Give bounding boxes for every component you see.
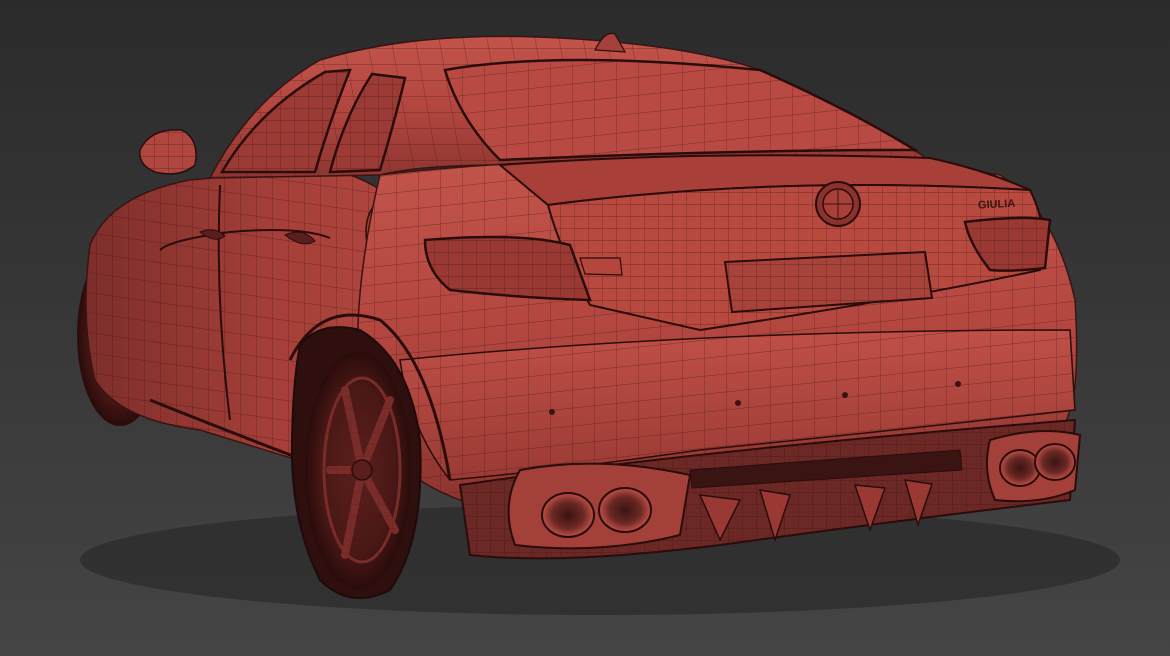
brand-emblem — [815, 181, 861, 227]
parking-sensor — [735, 400, 741, 406]
exhaust-right — [985, 430, 1082, 503]
viewport: GIULIA — [0, 0, 1170, 656]
exhaust-left — [507, 462, 692, 550]
parking-sensor — [842, 392, 848, 398]
side-mirror — [139, 129, 197, 175]
parking-sensor — [955, 381, 961, 387]
model-badge: GIULIA — [978, 198, 1016, 212]
parking-sensor — [549, 409, 555, 415]
car-wireframe-render: GIULIA — [77, 32, 1120, 615]
